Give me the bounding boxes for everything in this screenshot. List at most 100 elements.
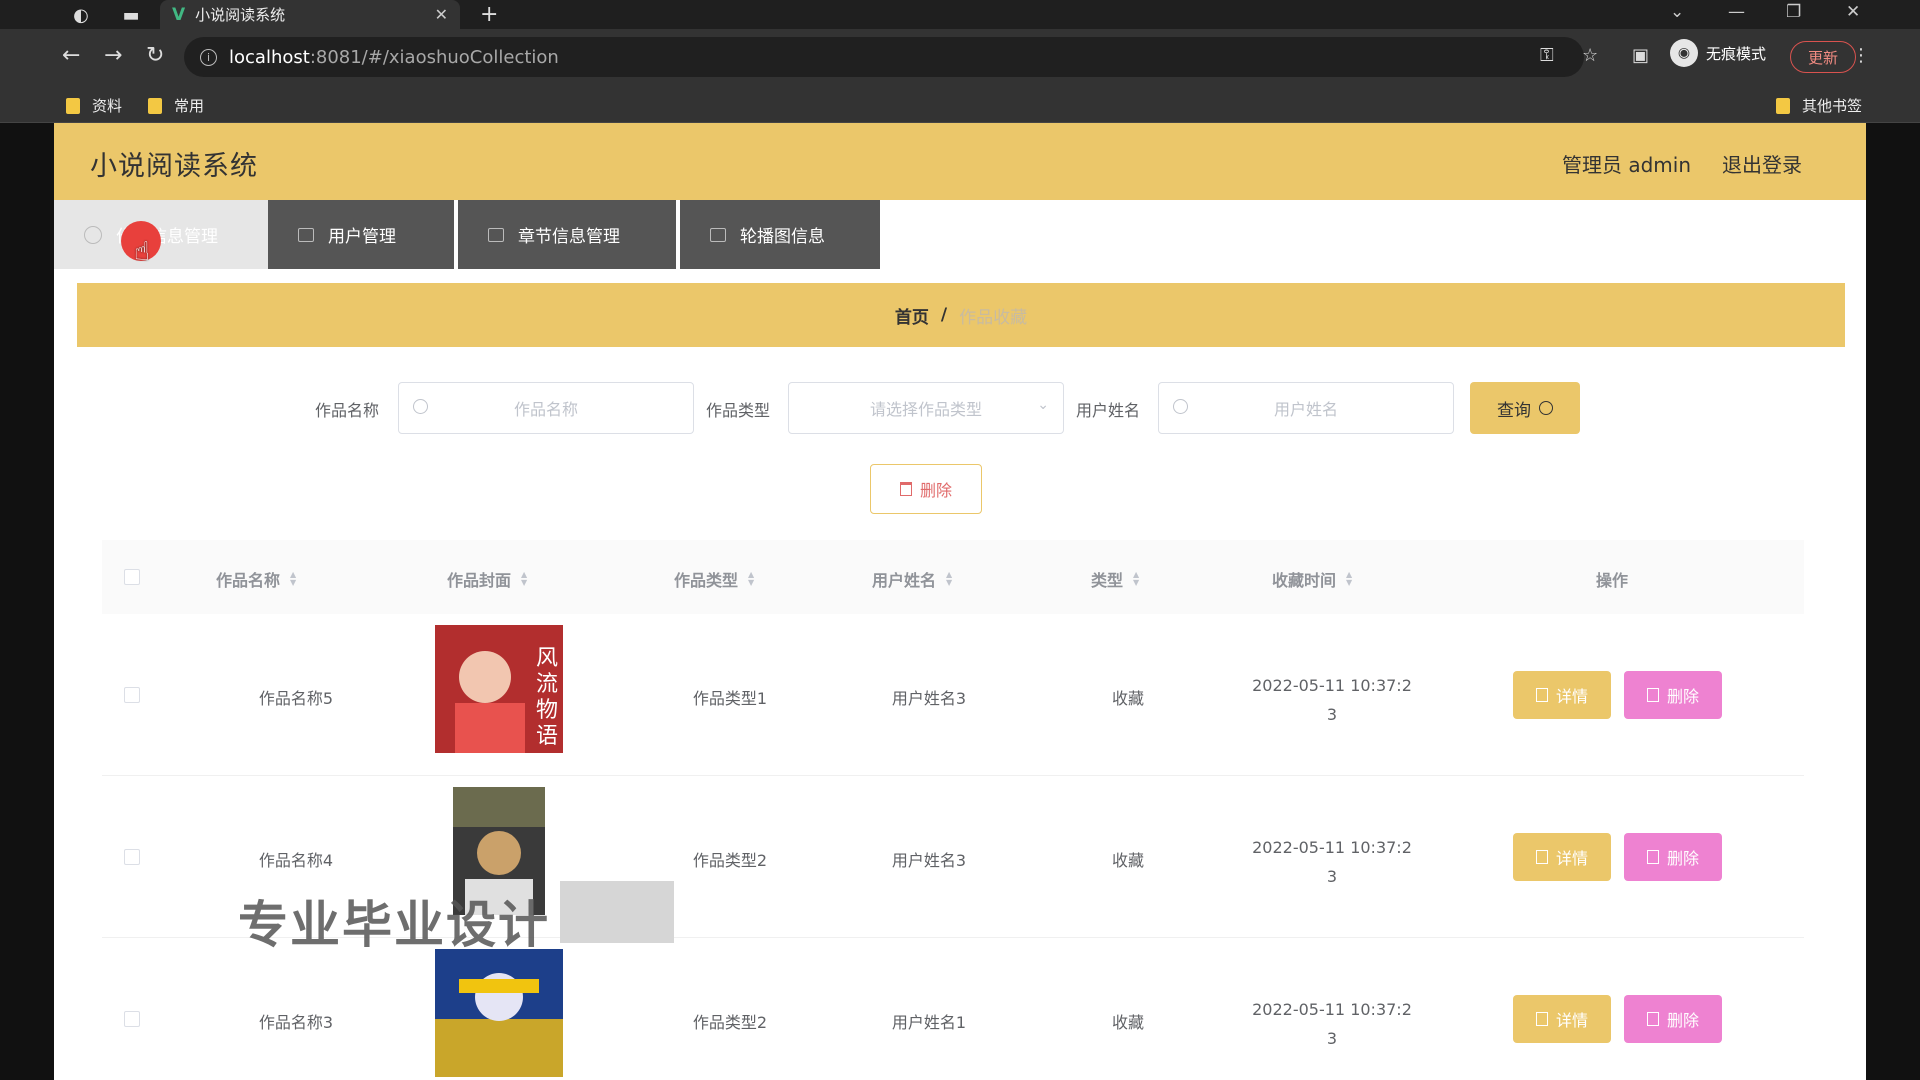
row-checkbox[interactable] xyxy=(124,849,140,865)
trash-icon xyxy=(1646,850,1659,864)
type-select[interactable]: 请选择作品类型 ⌄ xyxy=(788,382,1064,434)
table-row: 作品名称5 风 流 物 语 作品类型1 用户姓名3 收藏 2022-05-11 … xyxy=(102,614,1804,776)
select-all-checkbox[interactable] xyxy=(124,569,140,585)
user-name: 用户姓名3 xyxy=(891,851,967,870)
update-button[interactable]: 更新 xyxy=(1790,41,1856,73)
menu-item-chapters[interactable]: 章节信息管理 xyxy=(456,200,676,269)
column-header[interactable]: 收藏时间 ▲ ▼ xyxy=(1272,567,1352,591)
breadcrumb-home[interactable]: 首页 xyxy=(895,303,929,328)
detail-button[interactable]: 详情 xyxy=(1513,995,1611,1043)
cover-title-4: 语 xyxy=(536,724,558,749)
delete-button[interactable]: 删除 xyxy=(1624,995,1722,1043)
row-checkbox[interactable] xyxy=(124,687,140,703)
hand-cursor-icon: ☝ xyxy=(134,237,150,267)
minimize-icon[interactable]: — xyxy=(1728,2,1745,22)
blurred-overlay xyxy=(560,881,674,943)
app-page: 小说阅读系统 管理员 admin 退出登录 作品信息管理 用户管理 章节信息管理… xyxy=(54,123,1866,1080)
sort-icon: ▲ ▼ xyxy=(1133,570,1140,587)
menu-item-users[interactable]: 用户管理 xyxy=(268,200,454,269)
bookmark-folder[interactable]: 常用 xyxy=(148,95,204,116)
bookmarks-bar: 资料 常用 其他书签 xyxy=(0,87,1920,123)
right-margin xyxy=(1866,123,1920,1080)
user-name: 用户姓名3 xyxy=(891,689,967,708)
column-header[interactable]: 作品类型 ▲ ▼ xyxy=(674,567,754,591)
browser-tab-strip: ◐ ▬ V 小说阅读系统 ✕ + ⌄ — ❐ ✕ xyxy=(0,0,1920,29)
table-header: 作品名称 ▲ ▼ 作品封面 ▲ ▼ 作品类型 ▲ ▼ 用户姓名 ▲ ▼ 类型 ▲ ▼ 收藏时间 ▲ ▼ … xyxy=(102,540,1804,614)
work-cover[interactable] xyxy=(435,949,563,1077)
vue-logo-icon: V xyxy=(172,4,186,25)
search-form: 作品名称 作品名称 作品类型 请选择作品类型 ⌄ 用户姓名 用户姓名 查询 xyxy=(54,382,1866,434)
sort-icon: ▲ ▼ xyxy=(1346,570,1353,587)
collect-time: 2022-05-11 10:37:2 3 xyxy=(1252,676,1412,724)
work-name: 作品名称3 xyxy=(258,1013,334,1032)
column-header[interactable]: 类型 ▲ ▼ xyxy=(1091,567,1139,591)
column-header[interactable]: 作品封面 ▲ ▼ xyxy=(447,567,527,591)
type-label: 作品类型 xyxy=(706,401,771,420)
top-menu: 作品信息管理 用户管理 章节信息管理 轮播图信息 ☝ xyxy=(54,200,1866,269)
work-type: 作品类型1 xyxy=(692,689,768,708)
detail-button[interactable]: 详情 xyxy=(1513,833,1611,881)
admin-label: 管理员 admin xyxy=(1562,153,1692,177)
delete-button[interactable]: 删除 xyxy=(1624,833,1722,881)
new-tab-icon[interactable]: + xyxy=(480,2,498,27)
collect-kind: 收藏 xyxy=(1111,1013,1144,1032)
breadcrumb-separator: / xyxy=(940,305,948,325)
detail-button[interactable]: 详情 xyxy=(1513,671,1611,719)
card-icon xyxy=(298,227,314,242)
breadcrumb-current: 作品收藏 xyxy=(959,307,1028,328)
incognito-icon: ◉ xyxy=(1670,39,1698,67)
cover-title-3: 物 xyxy=(536,698,558,723)
column-header[interactable]: 作品名称 ▲ ▼ xyxy=(216,567,296,591)
document-icon xyxy=(1535,1012,1548,1026)
kebab-menu-icon[interactable]: ⋮ xyxy=(1852,45,1870,66)
query-button[interactable]: 查询 xyxy=(1470,382,1580,434)
sort-icon: ▲ ▼ xyxy=(946,570,953,587)
browser-tab-title: 小说阅读系统 xyxy=(195,6,286,24)
column-header: 操作 xyxy=(1596,571,1629,590)
url-host: localhost xyxy=(229,46,310,68)
back-icon[interactable]: ← xyxy=(62,43,80,68)
bookmark-folder[interactable]: 资料 xyxy=(66,95,122,116)
collect-kind: 收藏 xyxy=(1111,689,1144,708)
key-icon[interactable]: ⚿ xyxy=(1540,45,1554,66)
name-input[interactable]: 作品名称 xyxy=(398,382,694,434)
menu-item-works[interactable]: 作品信息管理 xyxy=(54,200,268,269)
reload-icon[interactable]: ↻ xyxy=(146,43,164,68)
app-title: 小说阅读系统 xyxy=(90,151,258,182)
search-icon xyxy=(1539,401,1553,415)
user-input[interactable]: 用户姓名 xyxy=(1158,382,1454,434)
restore-icon[interactable]: ❐ xyxy=(1786,2,1801,22)
incognito-label: 无痕模式 xyxy=(1706,44,1767,63)
delete-button[interactable]: 删除 xyxy=(1624,671,1722,719)
table-row: 作品名称3 作品类型2 用户姓名1 收藏 2022-05-11 10:37:2 3… xyxy=(102,938,1804,1080)
site-info-icon[interactable]: i xyxy=(200,48,217,66)
star-icon[interactable]: ☆ xyxy=(1582,45,1598,66)
other-bookmarks[interactable]: 其他书签 xyxy=(1776,95,1862,116)
forward-icon[interactable]: → xyxy=(104,43,122,68)
search-icon xyxy=(413,399,428,414)
breadcrumb: 首页 / 作品收藏 xyxy=(77,283,1845,347)
user-name: 用户姓名1 xyxy=(891,1013,967,1032)
chevron-down-icon[interactable]: ⌄ xyxy=(1670,2,1684,22)
logout-link[interactable]: 退出登录 xyxy=(1722,149,1802,178)
url-path: :8081/#/xiaoshuoCollection xyxy=(309,46,559,68)
sidepanel-icon[interactable]: ▣ xyxy=(1632,45,1649,66)
incognito-indicator[interactable]: ◉ 无痕模式 xyxy=(1670,39,1766,67)
row-checkbox[interactable] xyxy=(124,1011,140,1027)
address-bar[interactable]: i localhost :8081/#/xiaoshuoCollection xyxy=(184,37,1584,77)
bulk-delete-button[interactable]: 删除 xyxy=(870,464,982,514)
trash-icon xyxy=(1646,688,1659,702)
browser-toolbar: ← → ↻ i localhost :8081/#/xiaoshuoCollec… xyxy=(0,29,1920,87)
collect-time: 2022-05-11 10:37:2 3 xyxy=(1252,838,1412,886)
close-window-icon[interactable]: ✕ xyxy=(1846,2,1860,22)
folder-icon xyxy=(148,97,162,114)
browser-tab[interactable]: V 小说阅读系统 ✕ xyxy=(160,0,460,29)
left-margin xyxy=(0,123,54,1080)
name-label: 作品名称 xyxy=(315,401,380,420)
column-header[interactable]: 用户姓名 ▲ ▼ xyxy=(872,567,952,591)
work-cover[interactable]: 风 流 物 语 xyxy=(435,625,563,753)
menu-item-carousel[interactable]: 轮播图信息 xyxy=(678,200,880,269)
search-icon xyxy=(1173,399,1188,414)
close-tab-icon[interactable]: ✕ xyxy=(435,5,448,24)
tab-group-icon[interactable]: ▬ xyxy=(120,4,142,26)
